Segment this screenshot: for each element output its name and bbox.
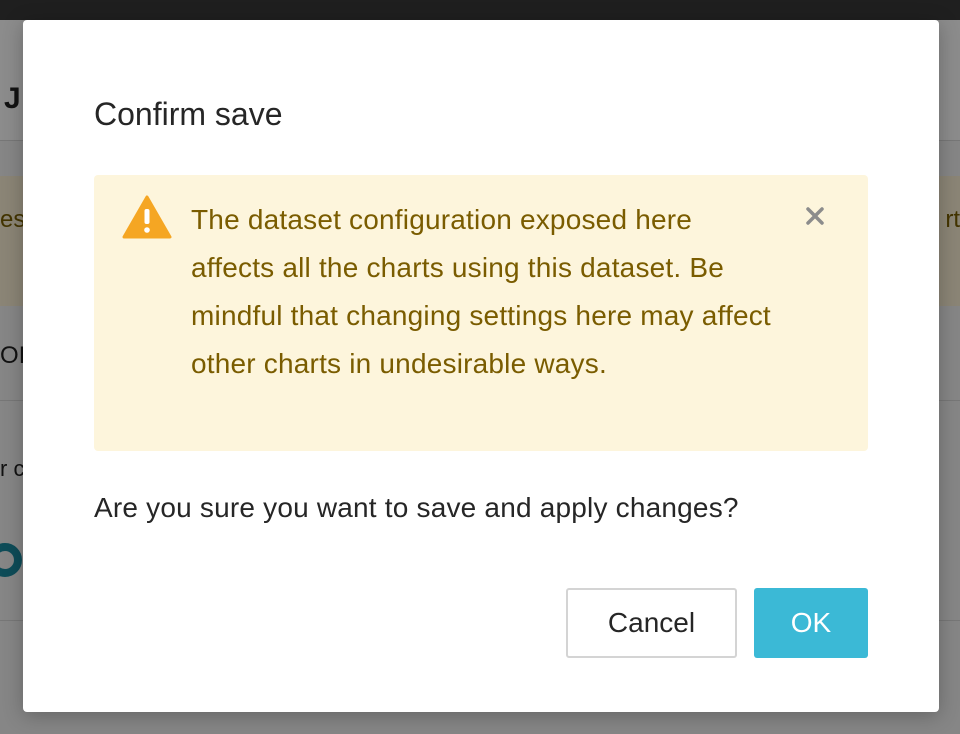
- confirm-save-modal: Confirm save The dataset configuration e…: [23, 20, 939, 712]
- ok-button[interactable]: OK: [754, 588, 868, 658]
- warning-alert: The dataset configuration exposed here a…: [94, 175, 868, 451]
- confirm-question: Are you sure you want to save and apply …: [94, 492, 739, 523]
- warning-message: The dataset configuration exposed here a…: [191, 204, 771, 379]
- modal-title: Confirm save: [94, 96, 283, 132]
- close-icon[interactable]: [802, 203, 828, 229]
- cancel-button[interactable]: Cancel: [566, 588, 737, 658]
- warning-icon: [122, 195, 172, 239]
